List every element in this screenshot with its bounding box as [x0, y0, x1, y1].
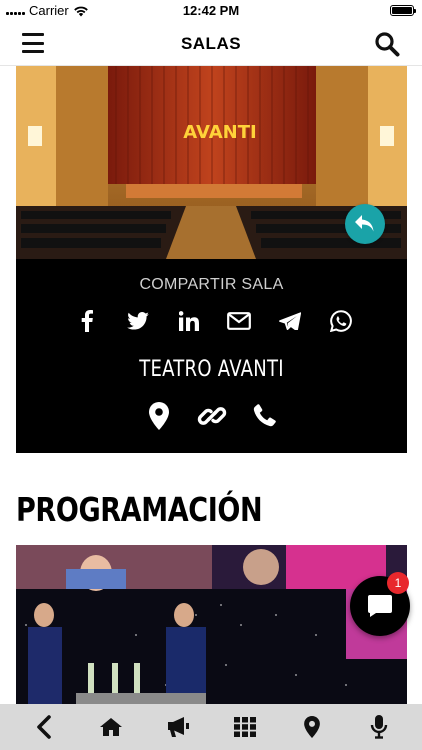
home-icon[interactable] [96, 712, 126, 742]
twitter-icon[interactable] [125, 308, 151, 334]
grid-icon[interactable] [230, 712, 260, 742]
bottom-navigation-bar [0, 704, 422, 750]
battery-icon [390, 5, 416, 16]
telegram-icon[interactable] [277, 308, 303, 334]
back-floating-button[interactable] [345, 204, 385, 244]
contact-icons-row [144, 399, 279, 433]
status-bar: Carrier 12:42 PM [0, 0, 422, 22]
hall-info-card: COMPARTIR SALA TEATRO AVANTI [16, 259, 407, 453]
app-header: SALAS [0, 22, 422, 66]
email-icon[interactable] [226, 308, 252, 334]
whatsapp-icon[interactable] [328, 308, 354, 334]
status-time: 12:42 PM [182, 3, 240, 18]
linkedin-icon[interactable] [176, 308, 202, 334]
facebook-icon[interactable] [74, 308, 100, 334]
chat-notification-badge: 1 [387, 572, 409, 594]
program-event-image[interactable] [16, 545, 407, 705]
location-pin-icon[interactable] [297, 712, 327, 742]
back-chevron-icon[interactable] [29, 712, 59, 742]
avanti-sign: AVANTI [183, 122, 256, 143]
share-icons-row [74, 307, 354, 335]
chat-bubble-icon [368, 595, 392, 617]
link-icon[interactable] [197, 401, 227, 431]
microphone-icon[interactable] [364, 712, 394, 742]
programacion-heading: PROGRAMACIÓN [16, 490, 263, 529]
location-pin-icon[interactable] [144, 401, 174, 431]
phone-icon[interactable] [249, 401, 279, 431]
share-hall-label: COMPARTIR SALA [139, 276, 284, 293]
hall-name: TEATRO AVANTI [139, 357, 284, 382]
event-photo-collage [16, 545, 407, 705]
search-icon[interactable] [374, 31, 400, 57]
reply-icon [355, 215, 374, 232]
page-title: SALAS [180, 34, 242, 53]
megaphone-icon[interactable] [163, 712, 193, 742]
